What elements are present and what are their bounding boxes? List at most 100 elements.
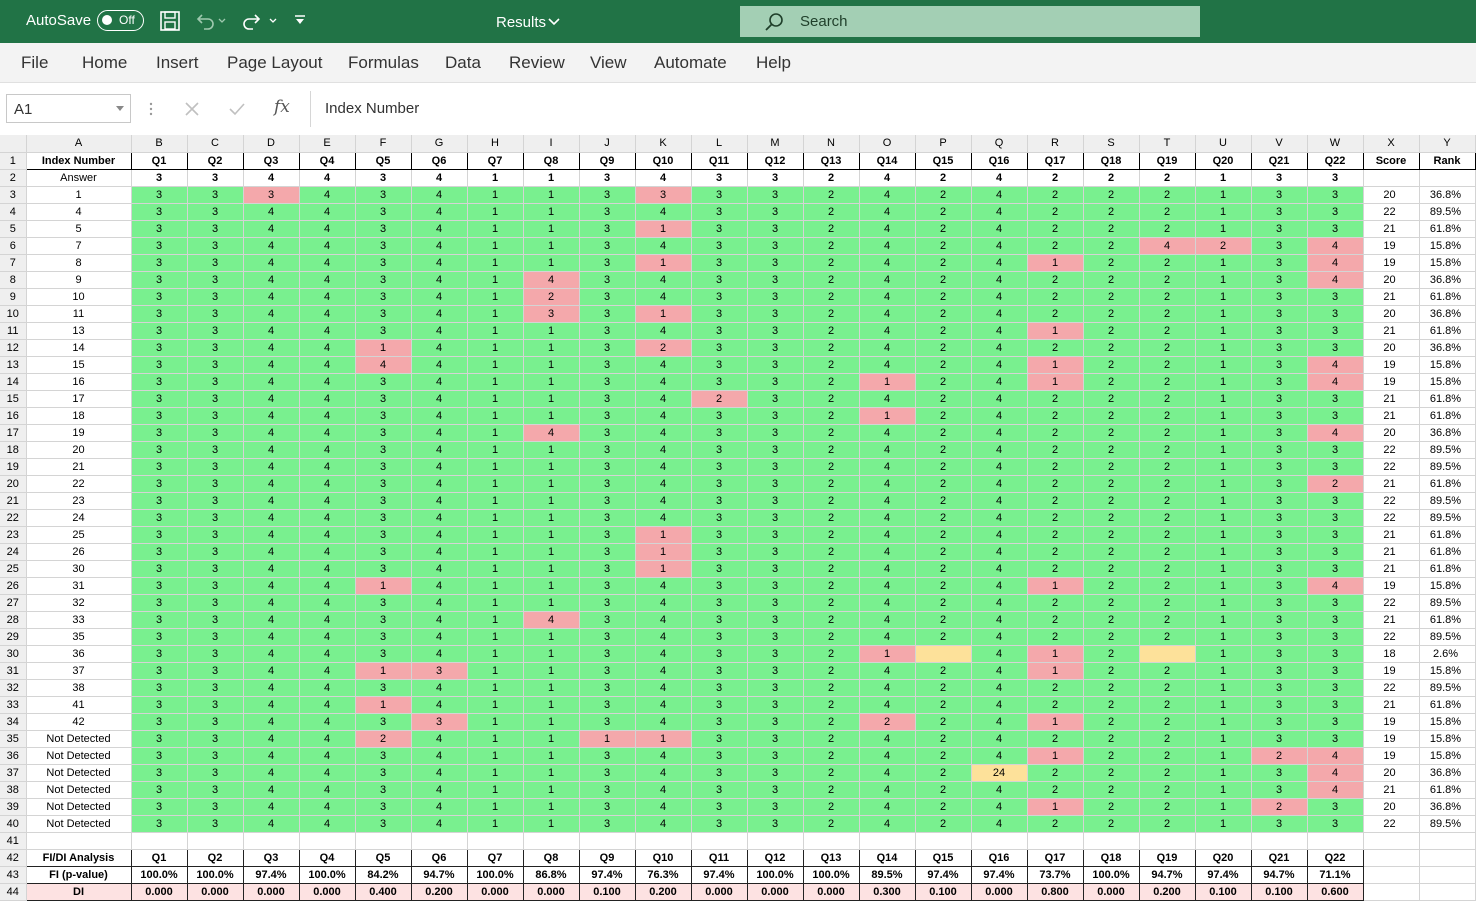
response-cell[interactable]: 3 [1307, 305, 1364, 323]
rank-cell[interactable]: 36.8% [1419, 424, 1476, 442]
response-cell[interactable]: 4 [299, 764, 356, 782]
response-cell[interactable]: 1 [1195, 509, 1252, 527]
response-cell[interactable]: 3 [691, 339, 748, 357]
rank-cell[interactable]: 89.5% [1419, 203, 1476, 221]
response-cell[interactable] [915, 645, 972, 663]
answer-cell[interactable]: 3 [579, 169, 636, 187]
response-cell[interactable]: 1 [467, 611, 524, 629]
response-cell[interactable]: 4 [635, 577, 692, 595]
row-header[interactable]: 38 [0, 781, 27, 799]
redo-icon[interactable] [242, 12, 278, 30]
response-cell[interactable]: 2 [915, 730, 972, 748]
response-cell[interactable]: 1 [523, 339, 580, 357]
response-cell[interactable]: 1 [1195, 373, 1252, 391]
response-cell[interactable]: 3 [1307, 339, 1364, 357]
response-cell[interactable]: 4 [971, 475, 1028, 493]
rank-cell[interactable]: 15.8% [1419, 747, 1476, 765]
score-cell[interactable]: 19 [1363, 662, 1420, 680]
header-cell[interactable]: Q20 [1194, 151, 1252, 170]
response-cell[interactable]: 4 [635, 611, 692, 629]
response-cell[interactable]: 3 [131, 220, 188, 238]
column-header-p[interactable]: P [915, 135, 972, 153]
response-cell[interactable]: 3 [579, 509, 636, 527]
response-cell[interactable]: 3 [691, 798, 748, 816]
response-cell[interactable]: 3 [579, 662, 636, 680]
response-cell[interactable]: 2 [915, 305, 972, 323]
response-cell[interactable]: 3 [1307, 713, 1364, 731]
response-cell[interactable]: 4 [411, 356, 468, 374]
response-cell[interactable]: 3 [355, 475, 412, 493]
analysis-header-cell[interactable]: Q1 [130, 848, 188, 867]
response-cell[interactable]: 3 [1251, 628, 1308, 646]
response-cell[interactable]: 3 [355, 594, 412, 612]
response-cell[interactable]: 3 [747, 730, 804, 748]
score-cell[interactable]: 21 [1363, 322, 1420, 340]
response-cell[interactable]: 3 [747, 305, 804, 323]
response-cell[interactable]: 4 [971, 492, 1028, 510]
response-cell[interactable]: 2 [803, 390, 860, 408]
response-cell[interactable]: 2 [1083, 424, 1140, 442]
column-header-u[interactable]: U [1195, 135, 1252, 153]
response-cell[interactable]: 2 [803, 373, 860, 391]
response-cell[interactable]: 1 [1195, 713, 1252, 731]
response-cell[interactable]: 2 [803, 424, 860, 442]
response-cell[interactable]: 1 [1195, 747, 1252, 765]
response-cell[interactable]: 2 [1139, 424, 1196, 442]
response-cell[interactable]: 4 [299, 560, 356, 578]
response-cell[interactable]: 4 [299, 254, 356, 272]
rank-cell[interactable]: 15.8% [1419, 730, 1476, 748]
response-cell[interactable]: 3 [747, 611, 804, 629]
response-cell[interactable]: 3 [691, 628, 748, 646]
response-cell[interactable]: 2 [915, 577, 972, 595]
response-cell[interactable]: 2 [523, 288, 580, 306]
response-cell[interactable]: 3 [747, 560, 804, 578]
analysis-header-cell[interactable]: Q9 [578, 848, 636, 867]
response-cell[interactable]: 3 [1307, 798, 1364, 816]
response-cell[interactable]: 2 [1083, 220, 1140, 238]
response-cell[interactable]: 4 [299, 577, 356, 595]
response-cell[interactable]: 3 [691, 815, 748, 833]
rank-cell[interactable]: 15.8% [1419, 237, 1476, 255]
response-cell[interactable]: 1 [635, 560, 692, 578]
response-cell[interactable]: 4 [299, 679, 356, 697]
response-cell[interactable]: 1 [523, 628, 580, 646]
column-header-x[interactable]: X [1363, 135, 1420, 153]
response-cell[interactable]: 3 [355, 492, 412, 510]
response-cell[interactable]: 1 [523, 560, 580, 578]
response-cell[interactable]: 3 [187, 798, 244, 816]
response-cell[interactable]: 2 [1083, 577, 1140, 595]
index-number-cell[interactable]: 37 [26, 662, 132, 680]
response-cell[interactable]: 1 [523, 679, 580, 697]
cell[interactable] [1307, 832, 1364, 850]
response-cell[interactable]: 4 [859, 475, 916, 493]
score-cell[interactable]: 19 [1363, 373, 1420, 391]
response-cell[interactable]: 4 [971, 407, 1028, 425]
response-cell[interactable]: 3 [747, 407, 804, 425]
di-value-cell[interactable]: 0.000 [242, 882, 300, 901]
response-cell[interactable]: 3 [691, 492, 748, 510]
di-value-cell[interactable]: 0.000 [298, 882, 356, 901]
response-cell[interactable]: 4 [635, 492, 692, 510]
response-cell[interactable]: 3 [1307, 509, 1364, 527]
response-cell[interactable]: 3 [579, 798, 636, 816]
response-cell[interactable]: 1 [1195, 543, 1252, 561]
response-cell[interactable]: 2 [915, 203, 972, 221]
rank-cell[interactable]: 89.5% [1419, 815, 1476, 833]
analysis-header-cell[interactable]: Q18 [1082, 848, 1140, 867]
response-cell[interactable]: 4 [243, 475, 300, 493]
response-cell[interactable]: 3 [579, 560, 636, 578]
response-cell[interactable]: 3 [187, 356, 244, 374]
response-cell[interactable]: 2 [1083, 237, 1140, 255]
cell[interactable] [411, 832, 468, 850]
response-cell[interactable]: 1 [467, 713, 524, 731]
answer-cell[interactable]: 1 [467, 169, 524, 187]
row-header[interactable]: 15 [0, 390, 27, 408]
response-cell[interactable]: 3 [131, 509, 188, 527]
response-cell[interactable]: 3 [187, 305, 244, 323]
response-cell[interactable]: 4 [635, 356, 692, 374]
response-cell[interactable]: 3 [579, 611, 636, 629]
response-cell[interactable]: 2 [803, 815, 860, 833]
response-cell[interactable]: 2 [915, 509, 972, 527]
response-cell[interactable]: 1 [1195, 288, 1252, 306]
header-cell[interactable]: Index Number [25, 151, 132, 170]
